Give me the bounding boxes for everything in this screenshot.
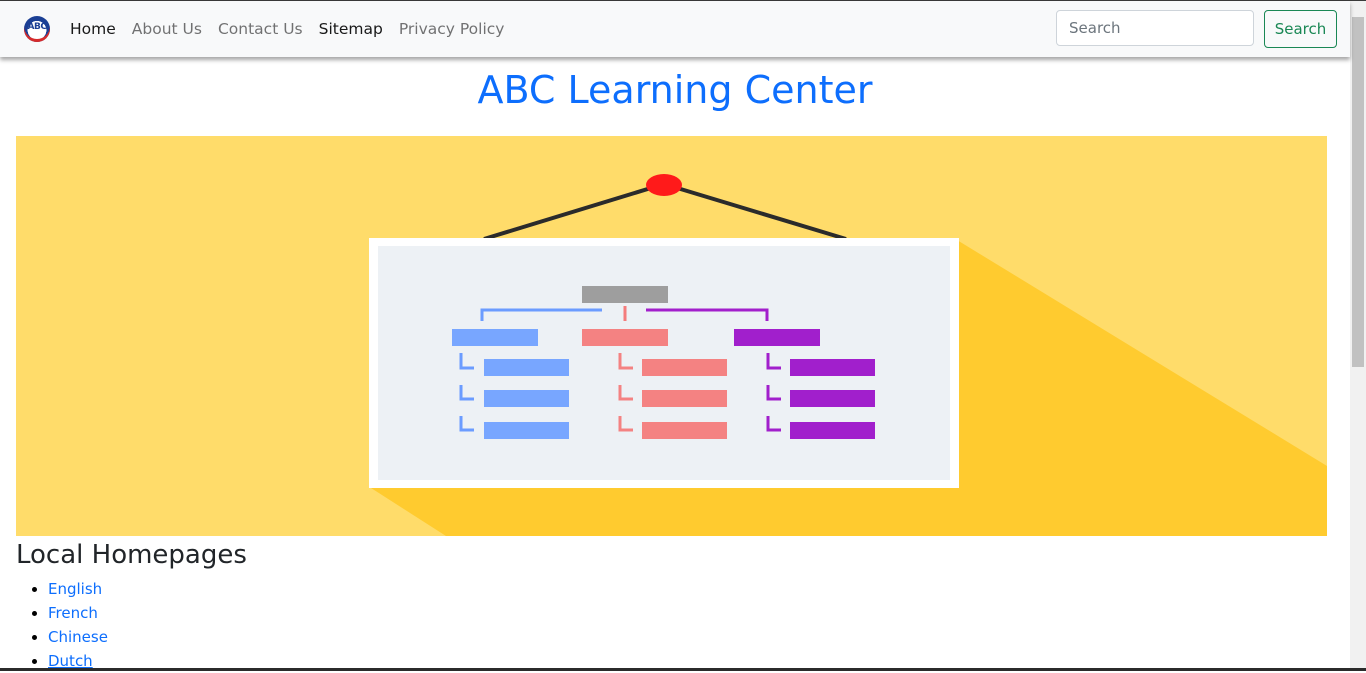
link-french[interactable]: French <box>48 604 98 622</box>
search-button[interactable]: Search <box>1264 10 1337 48</box>
nav-link-sitemap[interactable]: Sitemap <box>319 19 383 39</box>
list-item: Chinese <box>48 625 108 649</box>
logo-text: ABC <box>27 22 47 32</box>
navbar: ABC Home About Us Contact Us Sitemap Pri… <box>0 1 1350 57</box>
nav-link-home[interactable]: Home <box>70 19 116 39</box>
nav-link-privacy-policy[interactable]: Privacy Policy <box>399 19 505 39</box>
nav-link-contact-us[interactable]: Contact Us <box>218 19 303 39</box>
link-english[interactable]: English <box>48 580 102 598</box>
scrollbar-thumb[interactable] <box>1352 17 1364 367</box>
abc-logo-icon[interactable]: ABC <box>24 16 50 42</box>
local-homepages-heading: Local Homepages <box>16 540 247 570</box>
nav-links: Home About Us Contact Us Sitemap Privacy… <box>70 19 520 39</box>
list-item: English <box>48 577 108 601</box>
list-item: French <box>48 601 108 625</box>
link-chinese[interactable]: Chinese <box>48 628 108 646</box>
nav-link-about-us[interactable]: About Us <box>132 19 202 39</box>
local-homepages-list: English French Chinese Dutch <box>32 577 108 673</box>
page-scrollbar[interactable] <box>1350 1 1366 668</box>
search-input[interactable] <box>1056 10 1254 46</box>
org-chart-banner-image <box>16 136 1327 536</box>
page-title: ABC Learning Center <box>477 68 873 112</box>
